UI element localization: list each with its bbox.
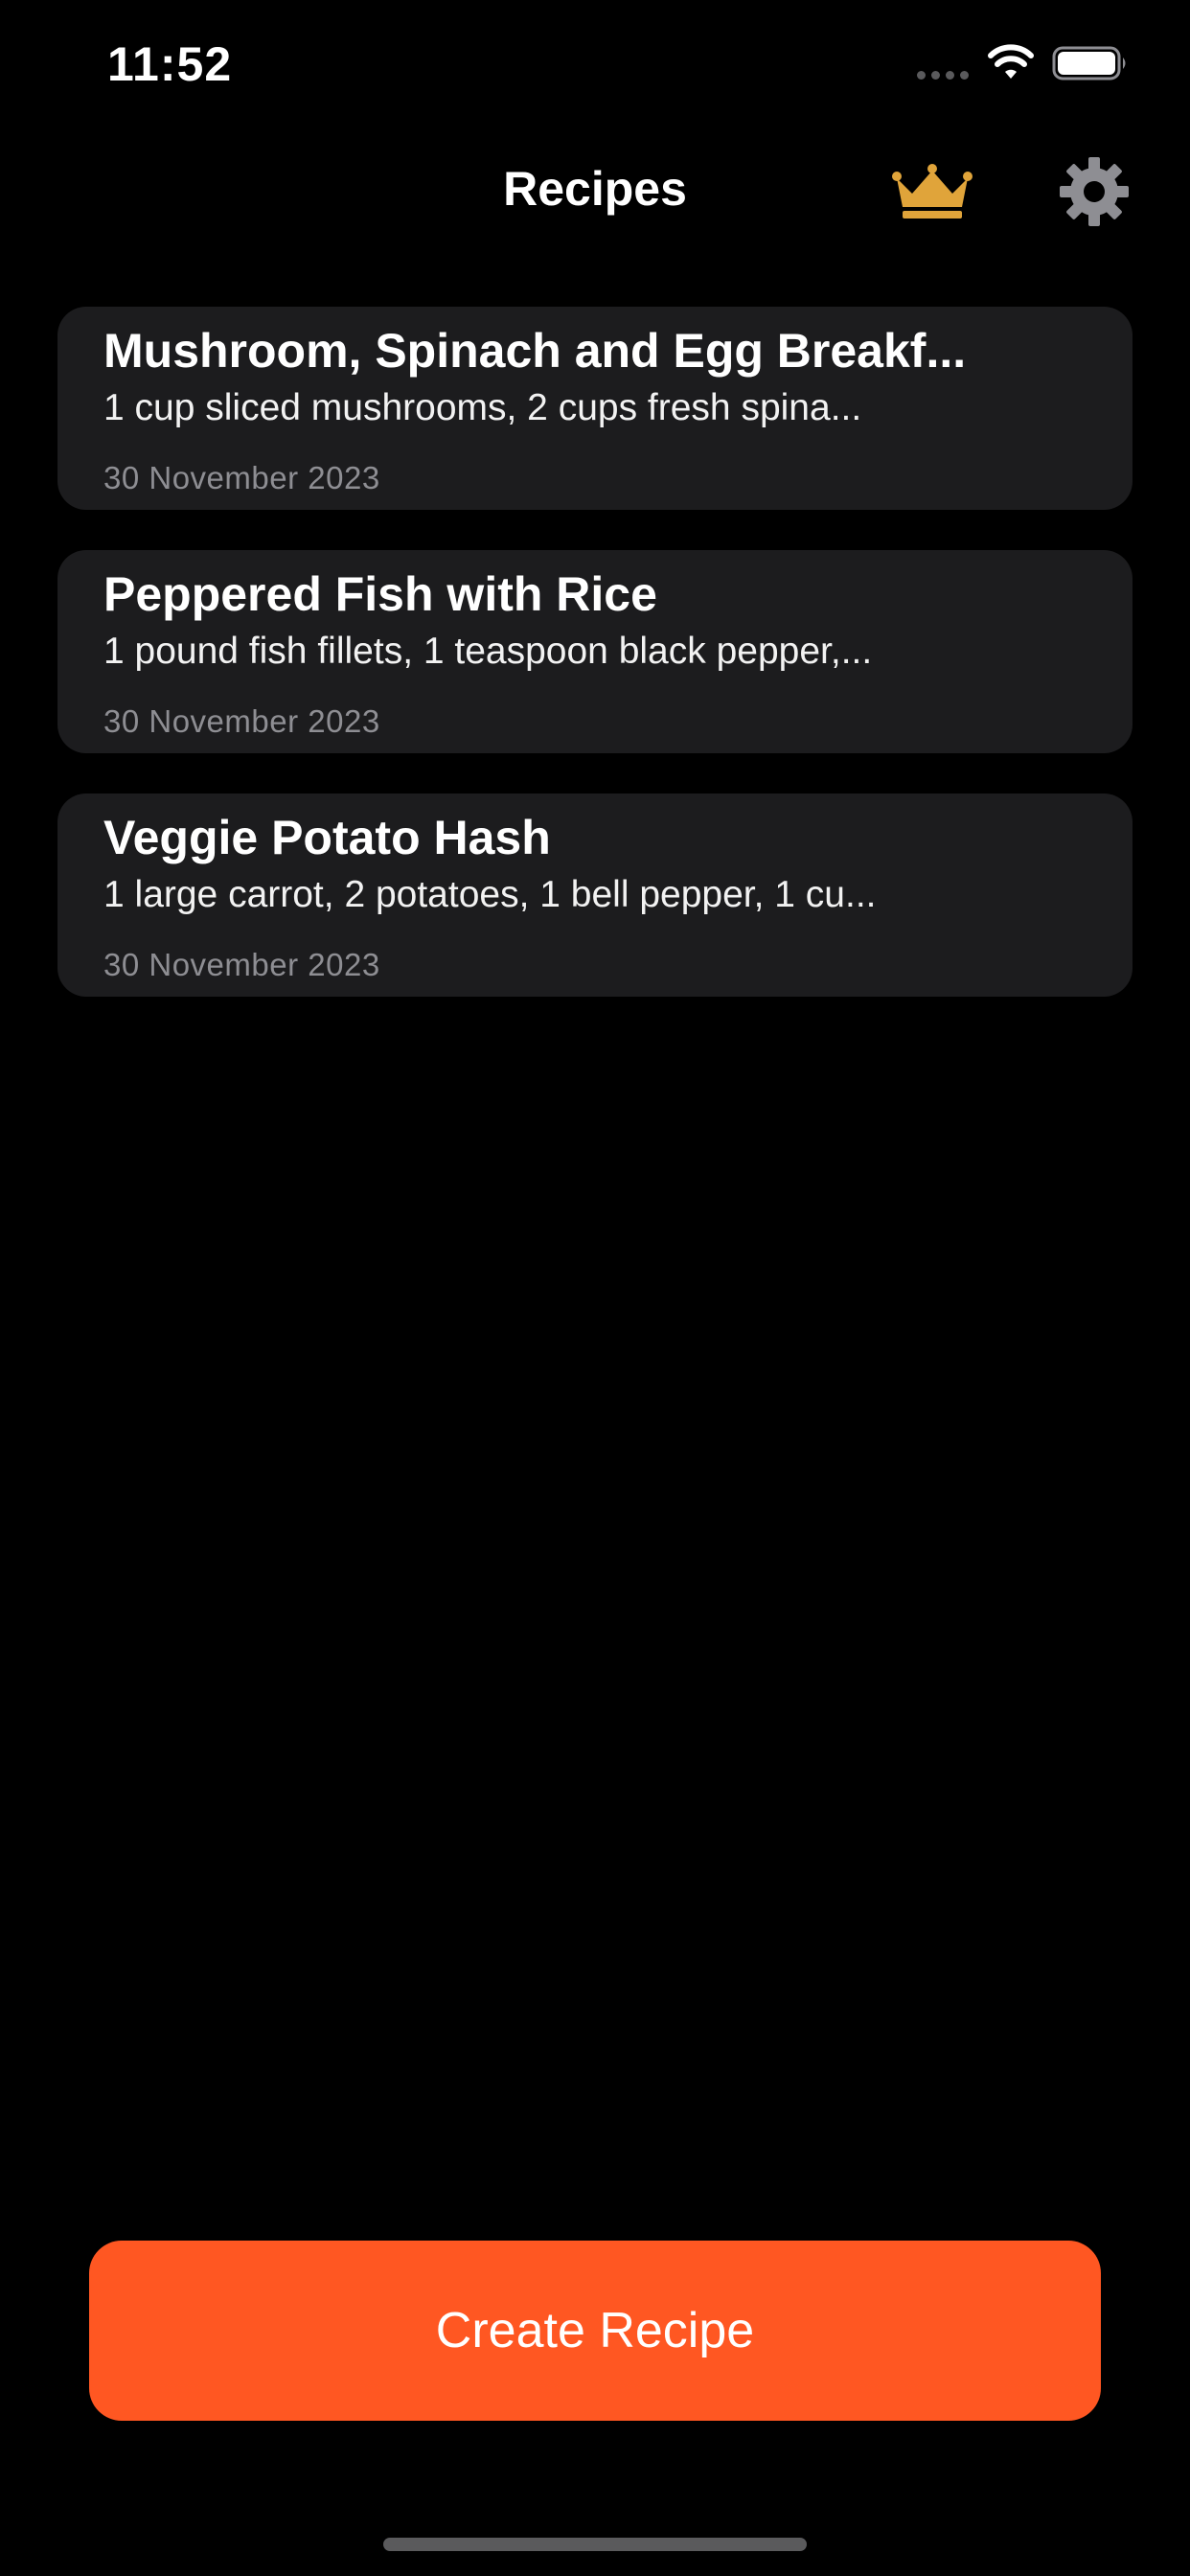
recipe-list: Mushroom, Spinach and Egg Breakf... 1 cu… <box>57 307 1133 997</box>
wifi-icon <box>988 44 1034 79</box>
battery-icon <box>1052 46 1126 80</box>
recipe-date: 30 November 2023 <box>103 703 380 739</box>
create-recipe-button[interactable]: Create Recipe <box>89 2241 1101 2421</box>
premium-button[interactable] <box>883 155 981 228</box>
recipe-ingredients: 1 large carrot, 2 potatoes, 1 bell peppe… <box>103 874 877 915</box>
recipe-card[interactable]: Peppered Fish with Rice 1 pound fish fil… <box>57 550 1133 753</box>
nav-bar: Recipes <box>0 134 1190 249</box>
recipe-card[interactable]: Veggie Potato Hash 1 large carrot, 2 pot… <box>57 794 1133 997</box>
recipe-title: Peppered Fish with Rice <box>103 567 657 621</box>
status-time: 11:52 <box>107 37 233 91</box>
status-bar: 11:52 <box>0 0 1190 125</box>
crown-icon <box>892 164 973 218</box>
recipe-title: Mushroom, Spinach and Egg Breakf... <box>103 324 967 378</box>
recipe-title: Veggie Potato Hash <box>103 811 551 864</box>
recipe-ingredients: 1 pound fish fillets, 1 teaspoon black p… <box>103 631 873 672</box>
recipe-date: 30 November 2023 <box>103 460 380 495</box>
recipe-card[interactable]: Mushroom, Spinach and Egg Breakf... 1 cu… <box>57 307 1133 510</box>
recipe-ingredients: 1 cup sliced mushrooms, 2 cups fresh spi… <box>103 387 862 428</box>
gear-icon <box>1060 157 1129 226</box>
cellular-signal-icon <box>917 71 969 80</box>
page-title: Recipes <box>503 162 687 216</box>
recipe-date: 30 November 2023 <box>103 947 380 982</box>
settings-button[interactable] <box>1054 151 1134 232</box>
home-indicator[interactable] <box>383 2538 807 2551</box>
